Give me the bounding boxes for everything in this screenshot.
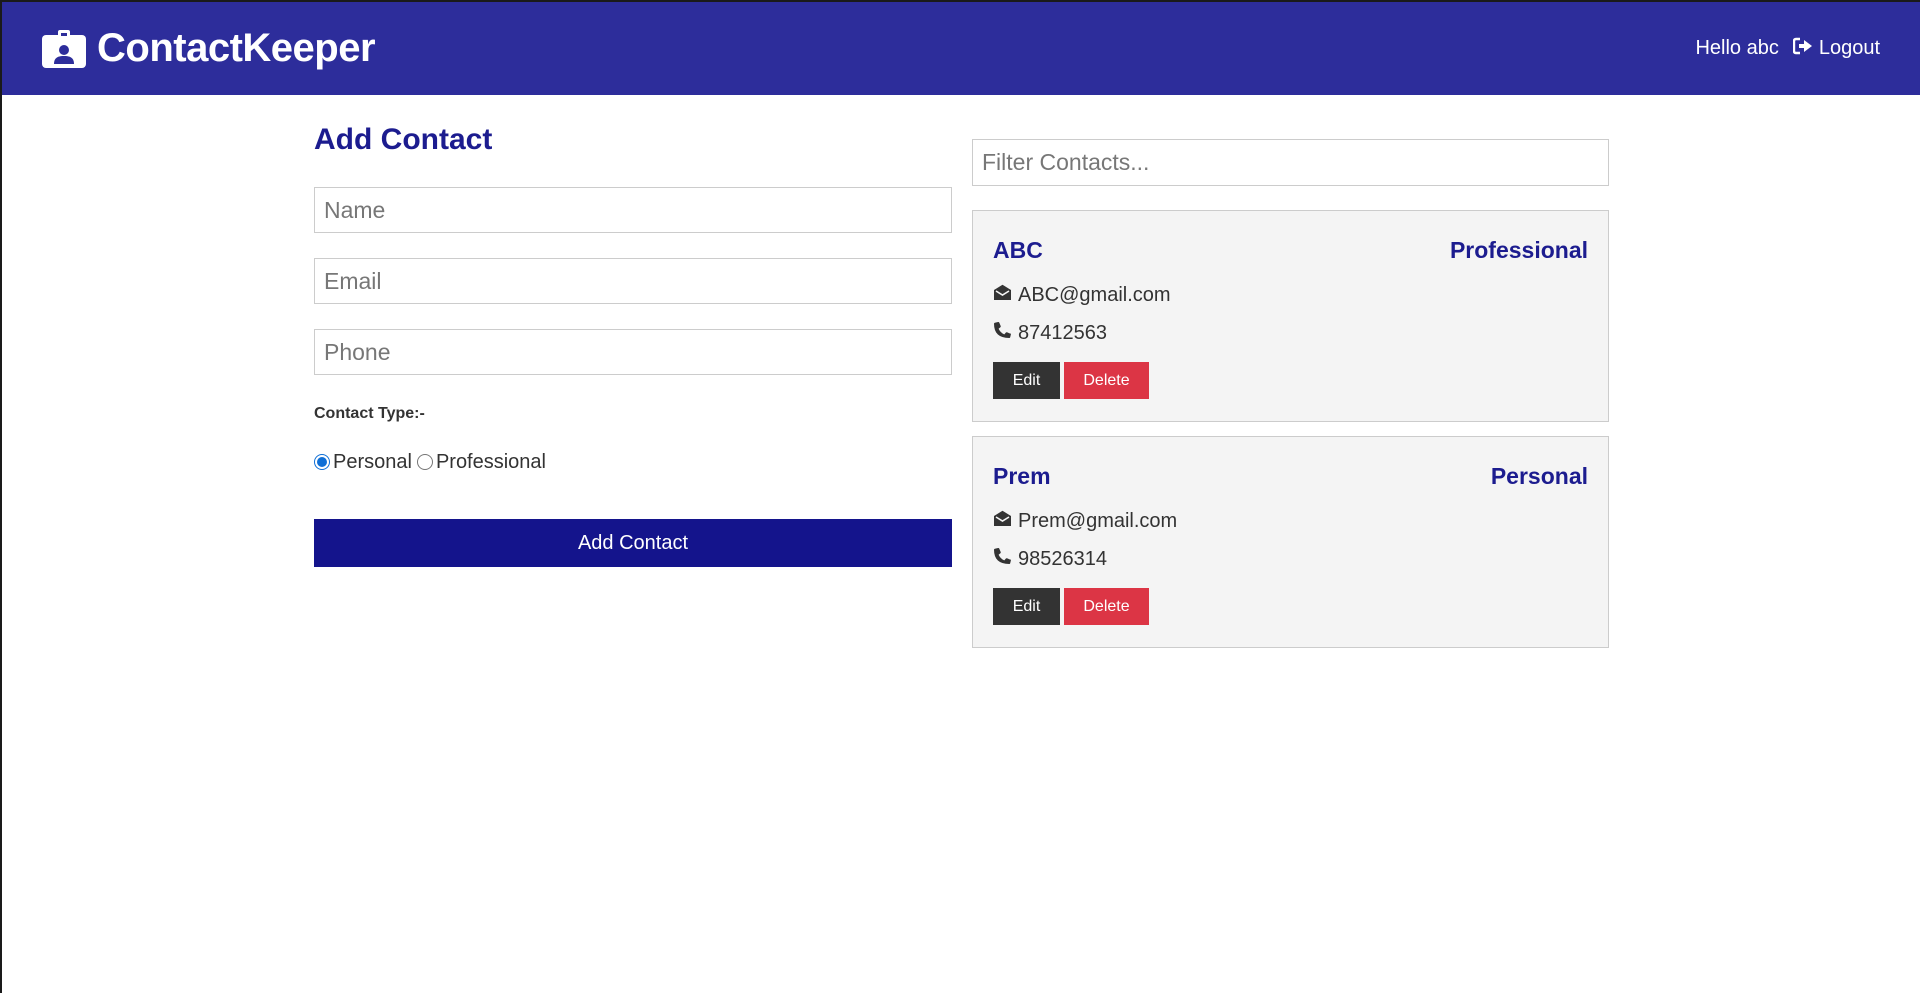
phone-icon [993, 321, 1012, 345]
contact-name: ABC [993, 236, 1043, 263]
sign-out-icon [1792, 37, 1813, 61]
contact-phone-row: 98526314 [993, 547, 1588, 571]
contact-phone: 98526314 [1018, 547, 1107, 570]
envelope-open-icon [993, 510, 1012, 533]
envelope-open-icon [993, 284, 1012, 307]
contact-card-header: Prem Personal [993, 437, 1588, 489]
brand-title: ContactKeeper [97, 26, 376, 70]
radio-personal[interactable] [314, 454, 330, 470]
contact-type-options: Personal Professional [314, 450, 952, 474]
contact-actions: Edit Delete [993, 362, 1588, 399]
add-contact-form: Add Contact Contact Type:- Personal Prof… [314, 120, 952, 567]
nav-right: Hello abc Logout [1695, 37, 1880, 61]
contact-type-badge: Personal [1490, 462, 1588, 489]
radio-personal-label[interactable]: Personal [333, 451, 412, 474]
contacts-panel: ABC Professional ABC@gmail.com 87412563 … [972, 139, 1609, 648]
phone-input[interactable] [314, 329, 952, 375]
delete-button[interactable]: Delete [1064, 588, 1149, 625]
contact-card: ABC Professional ABC@gmail.com 87412563 … [972, 210, 1609, 422]
edit-button[interactable]: Edit [993, 362, 1060, 399]
id-badge-icon [41, 29, 87, 69]
phone-icon [993, 547, 1012, 571]
email-input[interactable] [314, 258, 952, 304]
radio-professional-label[interactable]: Professional [436, 451, 546, 474]
filter-input[interactable] [972, 139, 1609, 186]
user-greeting: Hello abc [1695, 37, 1779, 59]
contact-actions: Edit Delete [993, 588, 1588, 625]
add-contact-button[interactable]: Add Contact [314, 519, 952, 567]
contact-email-row: ABC@gmail.com [993, 283, 1588, 307]
contact-card-header: ABC Professional [993, 211, 1588, 263]
logout-label: Logout [1818, 37, 1880, 59]
logout-link[interactable]: Logout [1792, 37, 1880, 61]
contact-type-badge: Professional [1449, 236, 1588, 263]
name-input[interactable] [314, 187, 952, 233]
contact-email-row: Prem@gmail.com [993, 509, 1588, 533]
contact-type-label: Contact Type:- [314, 405, 425, 422]
window-border-left [0, 0, 2, 993]
contact-phone: 87412563 [1018, 321, 1107, 344]
contact-phone-row: 87412563 [993, 321, 1588, 345]
delete-button[interactable]: Delete [1064, 362, 1149, 399]
form-title: Add Contact [314, 123, 493, 156]
brand[interactable]: ContactKeeper [41, 26, 376, 71]
contact-card: Prem Personal Prem@gmail.com 98526314 Ed… [972, 436, 1609, 648]
contact-name: Prem [993, 462, 1051, 489]
edit-button[interactable]: Edit [993, 588, 1060, 625]
contact-email: Prem@gmail.com [1018, 509, 1178, 532]
contact-email: ABC@gmail.com [1018, 283, 1171, 306]
radio-professional[interactable] [416, 454, 433, 470]
navbar: ContactKeeper Hello abc Logout [2, 2, 1920, 95]
